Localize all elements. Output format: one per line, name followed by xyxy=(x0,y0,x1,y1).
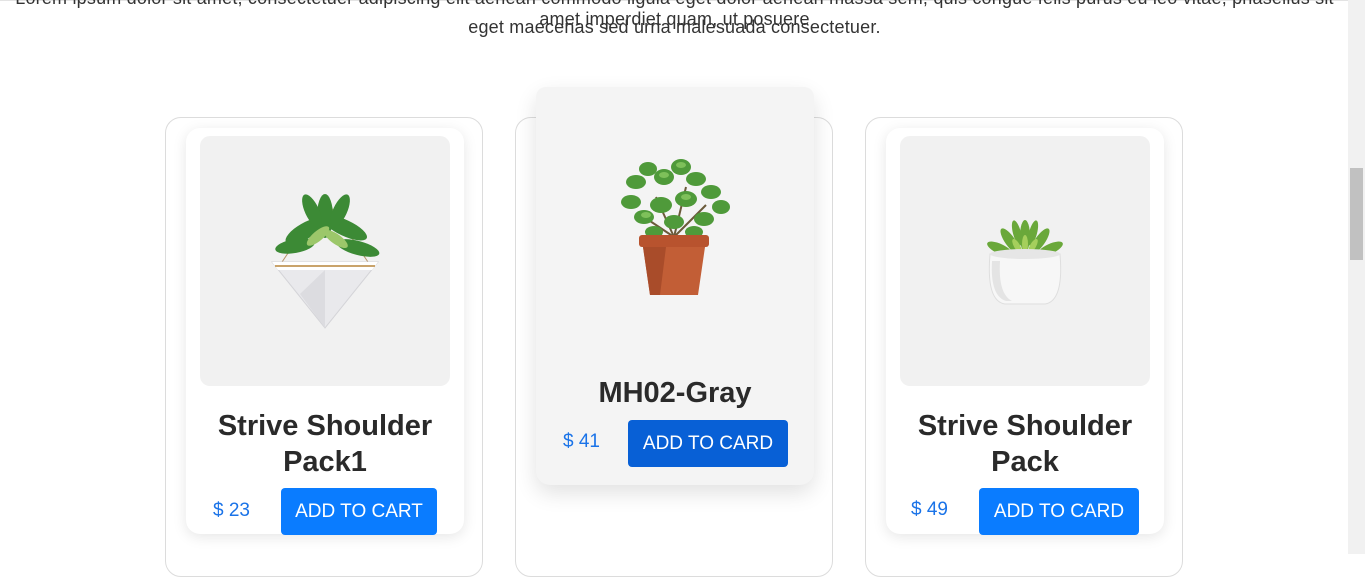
add-to-cart-button[interactable]: ADD TO CART xyxy=(281,488,437,535)
product-card[interactable]: Strive Shoulder Pack $ 49 ADD TO CARD xyxy=(886,128,1164,535)
product-price: $ 23 xyxy=(213,500,250,521)
add-to-card-button[interactable]: ADD TO CARD xyxy=(979,488,1139,535)
product-card[interactable]: Strive Shoulder Pack1 $ 23 ADD TO CART xyxy=(186,128,464,535)
product-image[interactable] xyxy=(536,87,814,357)
hanging-pyramid-planter-icon xyxy=(270,194,380,329)
product-title: MH02-Gray xyxy=(598,377,752,409)
product-title: Strive Shoulder Pack xyxy=(917,410,1133,478)
add-to-card-button[interactable]: ADD TO CARD xyxy=(628,420,788,467)
product-card[interactable]: MH02-Gray $ 41 ADD TO CARD xyxy=(536,87,814,485)
intro-text-line-2: eget maecenas sed urna malesuada consect… xyxy=(468,17,881,37)
scrollbar-thumb[interactable] xyxy=(1350,168,1363,260)
vertical-scrollbar[interactable] xyxy=(1348,0,1365,554)
product-image[interactable] xyxy=(200,136,450,386)
product-price: $ 41 xyxy=(563,431,600,452)
succulent-white-pot-icon xyxy=(987,220,1063,305)
product-price: $ 49 xyxy=(911,499,948,520)
product-image[interactable] xyxy=(900,136,1150,386)
product-title: Strive Shoulder Pack1 xyxy=(217,410,433,478)
jade-plant-terracotta-pot-icon xyxy=(621,159,730,295)
